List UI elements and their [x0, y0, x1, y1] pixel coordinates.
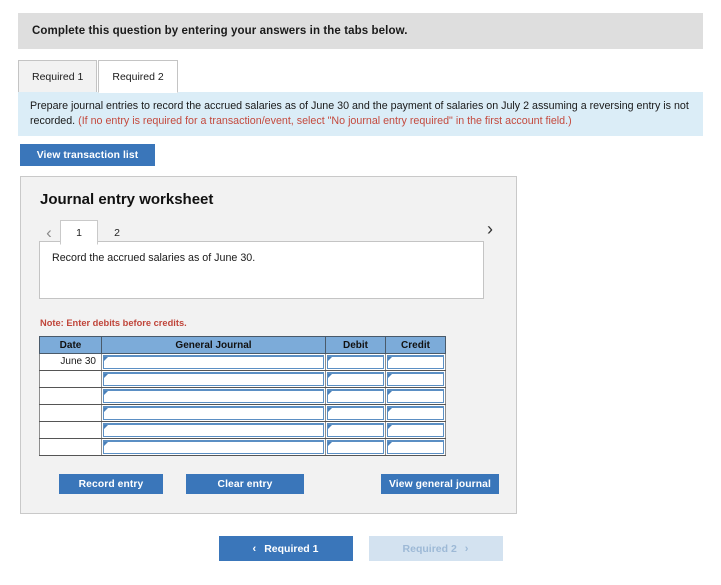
journal-entry-worksheet-panel: Journal entry worksheet ‹ 1 2 › Record t…: [20, 176, 517, 514]
journal-entry-table-body: June 30: [39, 353, 446, 456]
column-header-credit: Credit: [385, 336, 446, 354]
cell-date: [39, 421, 102, 439]
table-row: [39, 387, 446, 405]
cell-credit: [385, 353, 446, 371]
worksheet-title: Journal entry worksheet: [40, 191, 214, 208]
cell-debit: [325, 370, 386, 388]
cell-debit: [325, 353, 386, 371]
debit-input[interactable]: [327, 389, 384, 403]
cell-credit: [385, 370, 446, 388]
general-journal-input[interactable]: [103, 389, 324, 403]
column-header-date: Date: [39, 336, 102, 354]
worksheet-description-text: Record the accrued salaries as of June 3…: [52, 252, 256, 264]
cell-general-journal: [101, 438, 326, 456]
cell-general-journal: [101, 387, 326, 405]
table-row: [39, 404, 446, 422]
bottom-navigation: ‹ Required 1 Required 2 ›: [0, 536, 721, 561]
general-journal-input[interactable]: [103, 423, 324, 437]
nav-required-2-button: Required 2 ›: [368, 536, 503, 561]
debit-input[interactable]: [327, 372, 384, 386]
tab-required-2[interactable]: Required 2: [98, 60, 178, 93]
cell-credit: [385, 387, 446, 405]
worksheet-description-box: Record the accrued salaries as of June 3…: [39, 241, 484, 299]
record-entry-button[interactable]: Record entry: [59, 474, 163, 494]
table-row: [39, 421, 446, 439]
table-row: [39, 438, 446, 456]
cell-debit: [325, 438, 386, 456]
cell-debit: [325, 421, 386, 439]
cell-credit: [385, 421, 446, 439]
credit-input[interactable]: [387, 406, 444, 420]
credit-input[interactable]: [387, 440, 444, 454]
nav-required-2-label: Required 2: [402, 542, 457, 555]
instruction-banner: Complete this question by entering your …: [18, 13, 703, 49]
general-journal-input[interactable]: [103, 355, 324, 369]
chevron-right-icon: ›: [464, 542, 469, 555]
general-journal-input[interactable]: [103, 406, 324, 420]
journal-entry-table: Date General Journal Debit Credit June 3…: [39, 336, 446, 456]
question-instruction-panel: Prepare journal entries to record the ac…: [18, 92, 703, 136]
debits-before-credits-note: Note: Enter debits before credits.: [40, 318, 187, 328]
nav-required-1-label: Required 1: [264, 542, 319, 555]
debit-input[interactable]: [327, 355, 384, 369]
cell-debit: [325, 387, 386, 405]
worksheet-page-tab-1[interactable]: 1: [60, 220, 98, 245]
view-transaction-list-button[interactable]: View transaction list: [20, 144, 155, 166]
tab-required-1-label: Required 1: [32, 70, 84, 83]
tab-required-2-label: Required 2: [112, 70, 164, 83]
column-header-general-journal: General Journal: [101, 336, 326, 354]
cell-credit: [385, 404, 446, 422]
debit-input[interactable]: [327, 423, 384, 437]
cell-general-journal: [101, 353, 326, 371]
debit-input[interactable]: [327, 440, 384, 454]
table-row: [39, 370, 446, 388]
cell-general-journal: [101, 370, 326, 388]
question-page: Complete this question by entering your …: [0, 0, 721, 585]
table-row: June 30: [39, 353, 446, 371]
column-header-debit: Debit: [325, 336, 386, 354]
required-tabbar: Required 1 Required 2: [18, 59, 703, 93]
banner-text: Complete this question by entering your …: [32, 25, 408, 37]
cell-credit: [385, 438, 446, 456]
cell-debit: [325, 404, 386, 422]
cell-date: [39, 404, 102, 422]
clear-entry-button[interactable]: Clear entry: [186, 474, 304, 494]
cell-general-journal: [101, 421, 326, 439]
date-value: June 30: [60, 356, 96, 367]
table-header-row: Date General Journal Debit Credit: [39, 336, 446, 354]
debit-input[interactable]: [327, 406, 384, 420]
instruction-hint-text: (If no entry is required for a transacti…: [78, 114, 572, 127]
general-journal-input[interactable]: [103, 372, 324, 386]
worksheet-page-tab-2-label: 2: [114, 226, 120, 239]
view-general-journal-button[interactable]: View general journal: [381, 474, 499, 494]
credit-input[interactable]: [387, 423, 444, 437]
general-journal-input[interactable]: [103, 440, 324, 454]
credit-input[interactable]: [387, 389, 444, 403]
pager-next-icon[interactable]: ›: [479, 217, 501, 241]
tab-required-1[interactable]: Required 1: [18, 60, 98, 93]
nav-required-1-button[interactable]: ‹ Required 1: [218, 536, 353, 561]
credit-input[interactable]: [387, 355, 444, 369]
credit-input[interactable]: [387, 372, 444, 386]
cell-date: June 30: [39, 353, 102, 371]
cell-date: [39, 387, 102, 405]
chevron-left-icon: ‹: [252, 542, 257, 555]
cell-date: [39, 438, 102, 456]
cell-general-journal: [101, 404, 326, 422]
worksheet-page-tab-1-label: 1: [76, 226, 82, 239]
cell-date: [39, 370, 102, 388]
